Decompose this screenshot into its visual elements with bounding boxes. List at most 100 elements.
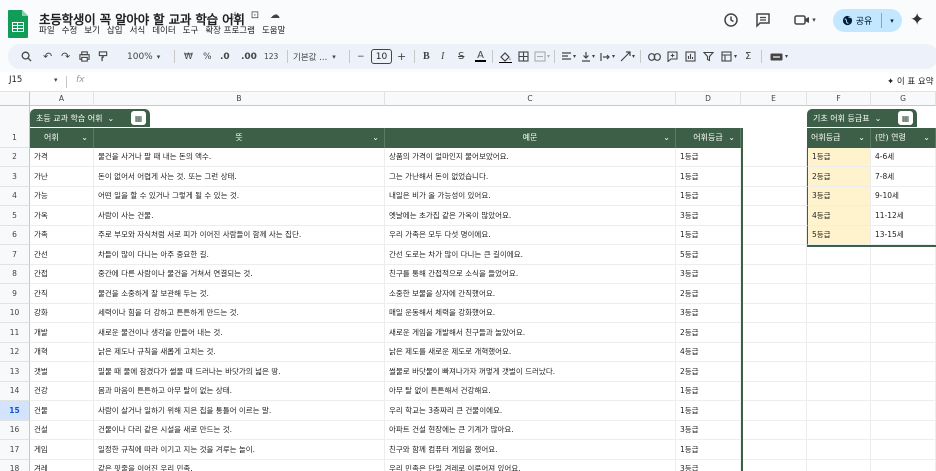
row-header[interactable]: 1: [0, 128, 30, 148]
table-cell[interactable]: 2등급: [676, 284, 741, 304]
table-cell[interactable]: 썰물로 바닷물이 빠져나가자 꺼멓게 갯벌이 드러났다.: [385, 362, 676, 382]
share-main[interactable]: 공유: [833, 9, 881, 32]
table-cell[interactable]: 1등급: [676, 186, 741, 206]
empty-cell[interactable]: [871, 323, 936, 343]
table-cell[interactable]: 간직: [30, 284, 94, 304]
table-cell[interactable]: 사람이 사는 건물.: [94, 206, 385, 226]
row-header[interactable]: 10: [0, 303, 30, 323]
table-cell[interactable]: 11-12세: [871, 206, 936, 226]
row-header[interactable]: 16: [0, 420, 30, 440]
table-column-header[interactable]: 어휘등급 ⌄: [807, 128, 871, 148]
row-header[interactable]: 7: [0, 245, 30, 265]
table-cell[interactable]: 우리 학교는 3층짜리 큰 건물이에요.: [385, 401, 676, 421]
table-column-header[interactable]: 어휘등급 ⌄: [676, 128, 741, 148]
empty-cell[interactable]: [741, 225, 807, 245]
table-cell[interactable]: 가능: [30, 186, 94, 206]
empty-cell[interactable]: [871, 342, 936, 362]
table-cell[interactable]: 7-8세: [871, 167, 936, 187]
table-cell[interactable]: 1등급: [676, 147, 741, 167]
empty-cell[interactable]: [741, 440, 807, 460]
table-cell[interactable]: 개발: [30, 323, 94, 343]
empty-cell[interactable]: [871, 401, 936, 421]
sheets-logo-icon[interactable]: [6, 9, 30, 39]
table-cell[interactable]: 건설: [30, 420, 94, 440]
table-cell[interactable]: 낡은 제도나 규칙을 새롭게 고치는 것.: [94, 342, 385, 362]
empty-cell[interactable]: [871, 264, 936, 284]
font-size-increase-button[interactable]: +: [397, 49, 406, 64]
table-cell[interactable]: 3등급: [807, 186, 871, 206]
table-cell[interactable]: 중간에 다른 사람이나 물건을 거쳐서 연결되는 것.: [94, 264, 385, 284]
insert-link-icon[interactable]: [648, 49, 661, 64]
table-cell[interactable]: 간선: [30, 245, 94, 265]
row-header[interactable]: 8: [0, 264, 30, 284]
row-header[interactable]: 11: [0, 323, 30, 343]
menu-format[interactable]: 서식: [130, 24, 146, 36]
table-cell[interactable]: 5등급: [807, 225, 871, 245]
table-menu-chevron-icon[interactable]: ⌄: [108, 114, 115, 123]
table-cell[interactable]: 1등급: [676, 225, 741, 245]
number-format-button[interactable]: 123: [264, 49, 278, 64]
empty-cell[interactable]: [741, 264, 807, 284]
column-header-b[interactable]: B: [94, 92, 385, 106]
insert-comment-icon[interactable]: [667, 49, 678, 64]
table-cell[interactable]: 개혁: [30, 342, 94, 362]
row-header[interactable]: 13: [0, 362, 30, 382]
print-icon[interactable]: [79, 49, 90, 64]
empty-cell[interactable]: [741, 420, 807, 440]
font-select[interactable]: 기본값 ... ▾: [293, 49, 336, 64]
table-cell[interactable]: 가족: [30, 225, 94, 245]
table-cell[interactable]: 낡은 제도를 새로운 제도로 개혁했어요.: [385, 342, 676, 362]
search-menus-icon[interactable]: [21, 49, 32, 64]
share-dropdown-icon[interactable]: ▾: [885, 9, 899, 32]
table-cell[interactable]: 새로운 게임을 개발해서 친구들과 놀았어요.: [385, 323, 676, 343]
table-cell[interactable]: 5등급: [676, 245, 741, 265]
empty-cell[interactable]: [807, 362, 871, 382]
table-cell[interactable]: 새로운 물건이나 생각을 만들어 내는 것.: [94, 323, 385, 343]
spreadsheet-grid[interactable]: A B C D E F G 초등 교과 학습 어휘 ⌄ ▦ 기초 어휘 등급표 ⌄ …: [0, 92, 936, 471]
empty-cell[interactable]: [871, 284, 936, 304]
empty-cell[interactable]: [807, 284, 871, 304]
table-cell[interactable]: 간선 도로는 차가 많이 다니는 큰 길이에요.: [385, 245, 676, 265]
column-header-g[interactable]: G: [871, 92, 936, 106]
currency-format-button[interactable]: ₩: [184, 49, 193, 64]
row-header[interactable]: 18: [0, 459, 30, 471]
select-all-corner[interactable]: [0, 92, 30, 106]
menu-help[interactable]: 도움말: [262, 24, 285, 36]
table-cell[interactable]: 1등급: [676, 381, 741, 401]
table-cell[interactable]: 몸과 마음이 튼튼하고 아무 탈이 없는 상태.: [94, 381, 385, 401]
row-header[interactable]: 2: [0, 147, 30, 167]
menu-tools[interactable]: 도구: [183, 24, 199, 36]
empty-cell[interactable]: [871, 362, 936, 382]
table-cell[interactable]: 세력이나 힘을 더 강하고 튼튼하게 만드는 것.: [94, 303, 385, 323]
empty-cell[interactable]: [741, 381, 807, 401]
bold-button[interactable]: B: [423, 49, 430, 64]
column-menu-chevron-icon[interactable]: ⌄: [663, 133, 670, 142]
empty-cell[interactable]: [741, 459, 807, 471]
table-cell[interactable]: 3등급: [676, 264, 741, 284]
table-tab-level-chart[interactable]: 기초 어휘 등급표 ⌄ ▦: [807, 109, 917, 127]
table-cell[interactable]: 4-6세: [871, 147, 936, 167]
empty-cell[interactable]: [741, 401, 807, 421]
table-cell[interactable]: 2등급: [676, 362, 741, 382]
table-column-header[interactable]: 뜻 ⌄: [94, 128, 385, 148]
column-header-c[interactable]: C: [385, 92, 676, 106]
empty-cell[interactable]: [807, 420, 871, 440]
table-cell[interactable]: 가옥: [30, 206, 94, 226]
empty-cell[interactable]: [807, 342, 871, 362]
table-cell[interactable]: 옛날에는 초가집 같은 가옥이 많았어요.: [385, 206, 676, 226]
empty-cell[interactable]: [741, 323, 807, 343]
row-header[interactable]: 3: [0, 167, 30, 187]
name-box[interactable]: J15: [9, 75, 22, 85]
font-size-input[interactable]: 10: [371, 49, 392, 64]
menu-data[interactable]: 데이터: [152, 24, 175, 36]
table-cell[interactable]: 1등급: [676, 167, 741, 187]
table-cell[interactable]: 상품의 가격이 얼마인지 물어보았어요.: [385, 147, 676, 167]
column-menu-chevron-icon[interactable]: ⌄: [728, 133, 735, 142]
increase-decimal-button[interactable]: .00: [241, 49, 257, 64]
menu-edit[interactable]: 수정: [62, 24, 78, 36]
empty-cell[interactable]: [741, 186, 807, 206]
empty-cell[interactable]: [741, 303, 807, 323]
column-menu-chevron-icon[interactable]: ⌄: [372, 133, 379, 142]
row-header[interactable]: 9: [0, 284, 30, 304]
table-cell[interactable]: 사람이 살거나 일하기 위해 지은 집을 통틀어 이르는 말.: [94, 401, 385, 421]
